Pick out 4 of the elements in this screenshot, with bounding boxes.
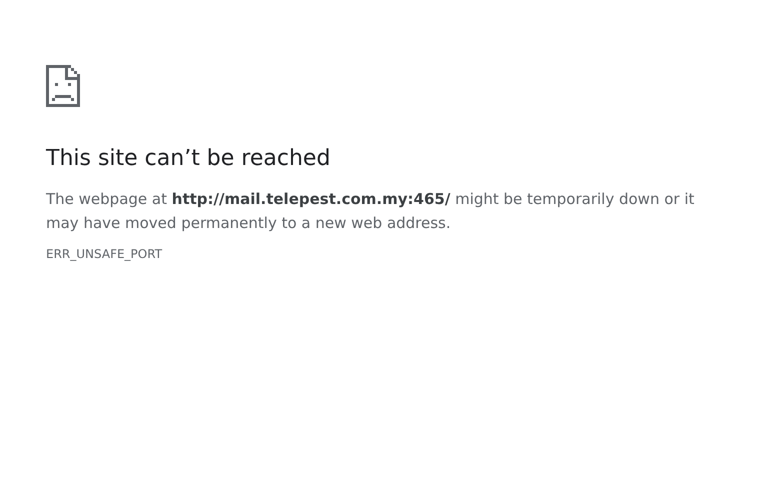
error-message: The webpage at http://mail.telepest.com.my:465/ might be temporarily down or it may have moved permanently to a new web address. <box>46 189 696 234</box>
error-heading: This site can’t be reached <box>46 145 332 173</box>
error-code: ERR_UNSAFE_PORT <box>46 246 164 262</box>
sad-page-icon <box>46 65 80 107</box>
